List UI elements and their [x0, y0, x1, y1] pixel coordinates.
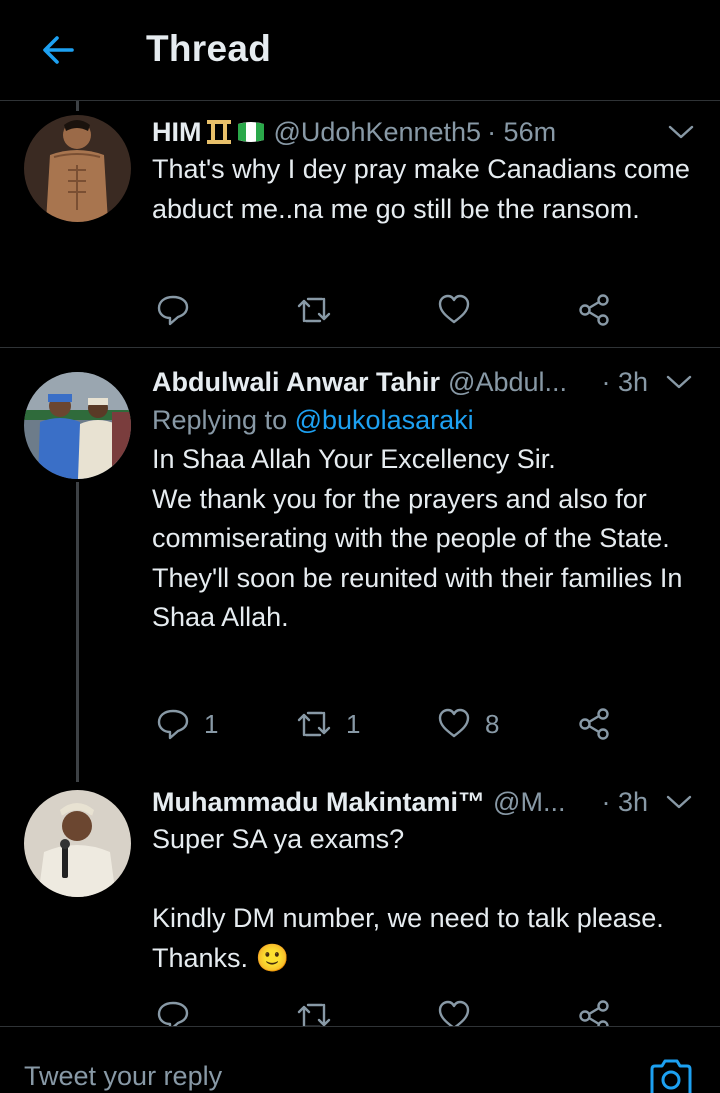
retweet-button[interactable]: [296, 290, 346, 330]
reply-icon: [157, 709, 189, 740]
tweet-text: In Shaa Allah Your Excellency Sir. We th…: [152, 444, 683, 632]
tweet-text: Super SA ya exams? Kindly DM number, we …: [152, 824, 664, 973]
chevron-down-icon[interactable]: [666, 120, 696, 144]
reply-button[interactable]: [156, 290, 204, 330]
tweet-body: Muhammadu Makintami™ @M... · 3h Super SA…: [152, 786, 700, 978]
share-button[interactable]: [577, 290, 611, 330]
share-button[interactable]: [577, 704, 611, 744]
like-button[interactable]: 8: [437, 704, 499, 744]
heart-icon: [438, 294, 470, 324]
tweet[interactable]: Abdulwali Anwar Tahir @Abdul... · 3h Rep…: [0, 348, 720, 768]
share-icon: [579, 294, 609, 326]
arrow-left-icon: [43, 36, 74, 64]
gemini-emoji-icon: [206, 120, 231, 144]
heart-icon: [438, 708, 470, 738]
retweet-icon: [297, 711, 331, 737]
avatar[interactable]: [24, 790, 131, 897]
handle[interactable]: @Abdul...: [448, 366, 567, 398]
reply-composer: Tweet your reply: [0, 1026, 720, 1093]
retweet-icon: [297, 297, 331, 323]
reply-icon: [157, 295, 189, 326]
header-divider: [0, 100, 720, 101]
tweet-meta: HIM @UdohKenneth5 · 56m: [152, 116, 700, 148]
avatar[interactable]: [24, 372, 131, 479]
retweet-count: 1: [346, 708, 361, 739]
replying-to: Replying to @bukolasaraki: [152, 402, 700, 438]
tweet[interactable]: HIM @UdohKenneth5 · 56m That's why I dey…: [0, 110, 720, 347]
page-title: Thread: [146, 28, 272, 69]
handle[interactable]: @UdohKenneth5: [274, 116, 482, 148]
like-count: 8: [485, 708, 500, 739]
display-name[interactable]: HIM: [152, 116, 202, 148]
tweet-body: Abdulwali Anwar Tahir @Abdul... · 3h Rep…: [152, 366, 700, 638]
timestamp: · 3h: [601, 787, 648, 817]
timestamp: · 3h: [601, 367, 648, 397]
replying-to-label: Replying to: [152, 405, 288, 435]
timestamp: · 56m: [487, 117, 557, 147]
tweet[interactable]: Muhammadu Makintami™ @M... · 3h Super SA…: [0, 768, 720, 1032]
tweet-actions: [152, 290, 622, 330]
top-bar: Thread: [0, 0, 720, 100]
reply-input[interactable]: Tweet your reply: [24, 1061, 222, 1092]
chevron-down-icon[interactable]: [664, 370, 694, 394]
avatar[interactable]: [24, 115, 131, 222]
camera-icon[interactable]: [648, 1057, 694, 1093]
like-button[interactable]: [437, 290, 485, 330]
reply-button[interactable]: 1: [156, 704, 218, 744]
tweet-meta: Abdulwali Anwar Tahir @Abdul... · 3h: [152, 366, 700, 398]
chevron-down-icon[interactable]: [664, 790, 694, 814]
share-icon: [579, 708, 609, 740]
display-name[interactable]: Muhammadu Makintami™: [152, 786, 485, 818]
back-button[interactable]: [34, 26, 82, 74]
tweet-text: That's why I dey pray make Canadians com…: [152, 154, 690, 224]
handle[interactable]: @M...: [493, 786, 565, 818]
reply-count: 1: [204, 708, 219, 739]
tweet-body: HIM @UdohKenneth5 · 56m That's why I dey…: [152, 116, 700, 229]
tweet-actions: 1 1 8: [152, 704, 622, 744]
nigeria-flag-icon: [237, 122, 264, 142]
replying-to-mention[interactable]: @bukolasaraki: [295, 405, 474, 435]
retweet-button[interactable]: 1: [296, 704, 360, 744]
display-name[interactable]: Abdulwali Anwar Tahir: [152, 366, 440, 398]
tweet-meta: Muhammadu Makintami™ @M... · 3h: [152, 786, 700, 818]
